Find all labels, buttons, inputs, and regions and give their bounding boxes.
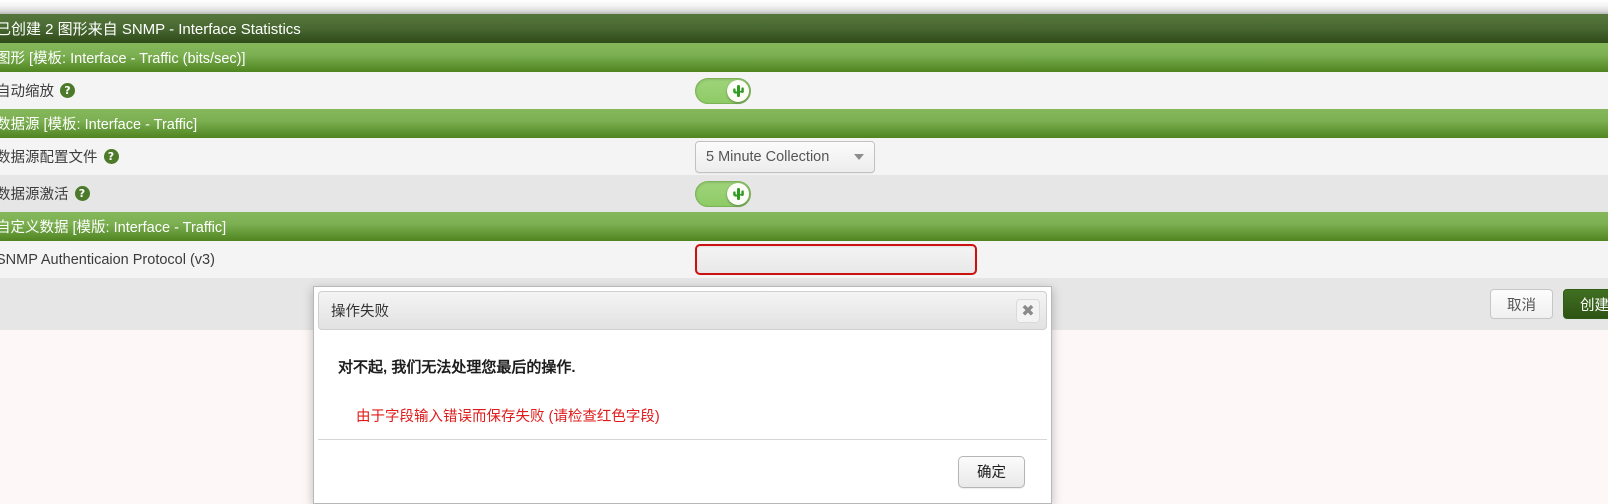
error-dialog-title: 操作失败 [331, 304, 389, 320]
section-header-customdata-label: 自定义数据 [模版: Interface - Traffic] [0, 220, 227, 236]
ok-button[interactable]: 确定 [958, 455, 1025, 488]
cactus-icon [732, 84, 744, 97]
row-ds-profile-label-wrap: 数据源配置文件 ? [0, 146, 691, 167]
cactus-icon [732, 187, 744, 200]
section-header-graphs: 图形 [模板: Interface - Traffic (bits/sec)] [0, 43, 1608, 72]
ds-profile-select[interactable]: 5 Minute Collection [695, 140, 875, 173]
row-ds-profile-label: 数据源配置文件 [0, 150, 98, 166]
page-title-label: 已创建 2 图形来自 SNMP - Interface Statistics [0, 21, 301, 38]
page-title: 已创建 2 图形来自 SNMP - Interface Statistics [0, 14, 1608, 43]
error-dialog-body: 对不起, 我们无法处理您最后的操作. 由于字段输入错误而保存失败 (请检查红色字… [314, 330, 1051, 426]
help-icon[interactable]: ? [74, 186, 90, 201]
row-ds-active-label: 数据源激活 [0, 187, 69, 203]
row-snmp-auth: SNMP Authenticaion Protocol (v3) [0, 241, 1608, 278]
toggle-auto-scaling[interactable] [695, 77, 751, 104]
row-auto-scaling-control [695, 77, 751, 104]
ds-profile-select-value: 5 Minute Collection [706, 148, 830, 165]
toggle-knob [727, 182, 749, 205]
section-header-customdata: 自定义数据 [模版: Interface - Traffic] [0, 212, 1608, 241]
create-button[interactable]: 创建 [1563, 289, 1608, 319]
error-dialog-detail: 由于字段输入错误而保存失败 (请检查红色字段) [356, 409, 660, 425]
help-icon[interactable]: ? [60, 83, 75, 98]
error-dialog-header: 操作失败 ✖ [318, 291, 1047, 330]
close-icon[interactable]: ✖ [1016, 298, 1040, 323]
snmp-auth-protocol-input[interactable] [695, 244, 977, 275]
toggle-knob [727, 79, 749, 102]
window-chrome-strip [0, 0, 1608, 14]
row-ds-active-label-wrap: 数据源激活 ? [0, 183, 691, 204]
error-dialog: 操作失败 ✖ 对不起, 我们无法处理您最后的操作. 由于字段输入错误而保存失败 … [313, 286, 1052, 504]
app-root: 已创建 2 图形来自 SNMP - Interface Statistics 图… [0, 0, 1608, 504]
row-auto-scaling-label-wrap: 自动缩放 ? [0, 80, 691, 101]
row-snmp-auth-label: SNMP Authenticaion Protocol (v3) [0, 251, 215, 268]
row-auto-scaling: 自动缩放 ? [0, 72, 1608, 109]
row-snmp-auth-control [695, 244, 977, 275]
error-dialog-footer: 确定 [318, 439, 1047, 503]
section-header-datasource-label: 数据源 [模板: Interface - Traffic] [0, 117, 198, 133]
cancel-button[interactable]: 取消 [1490, 289, 1553, 319]
row-ds-profile: 数据源配置文件 ? 5 Minute Collection [0, 138, 1608, 175]
row-ds-active-control [695, 180, 751, 207]
section-header-graphs-label: 图形 [模板: Interface - Traffic (bits/sec)] [0, 51, 246, 67]
error-dialog-message: 对不起, 我们无法处理您最后的操作. [338, 359, 576, 376]
chevron-down-icon [854, 153, 864, 160]
row-ds-active: 数据源激活 ? [0, 175, 1608, 212]
row-auto-scaling-label: 自动缩放 [0, 84, 54, 100]
row-ds-profile-control: 5 Minute Collection [695, 140, 875, 173]
row-snmp-auth-label-wrap: SNMP Authenticaion Protocol (v3) [0, 252, 691, 268]
toggle-ds-active[interactable] [695, 180, 751, 207]
help-icon[interactable]: ? [103, 149, 119, 164]
section-header-datasource: 数据源 [模板: Interface - Traffic] [0, 109, 1608, 138]
